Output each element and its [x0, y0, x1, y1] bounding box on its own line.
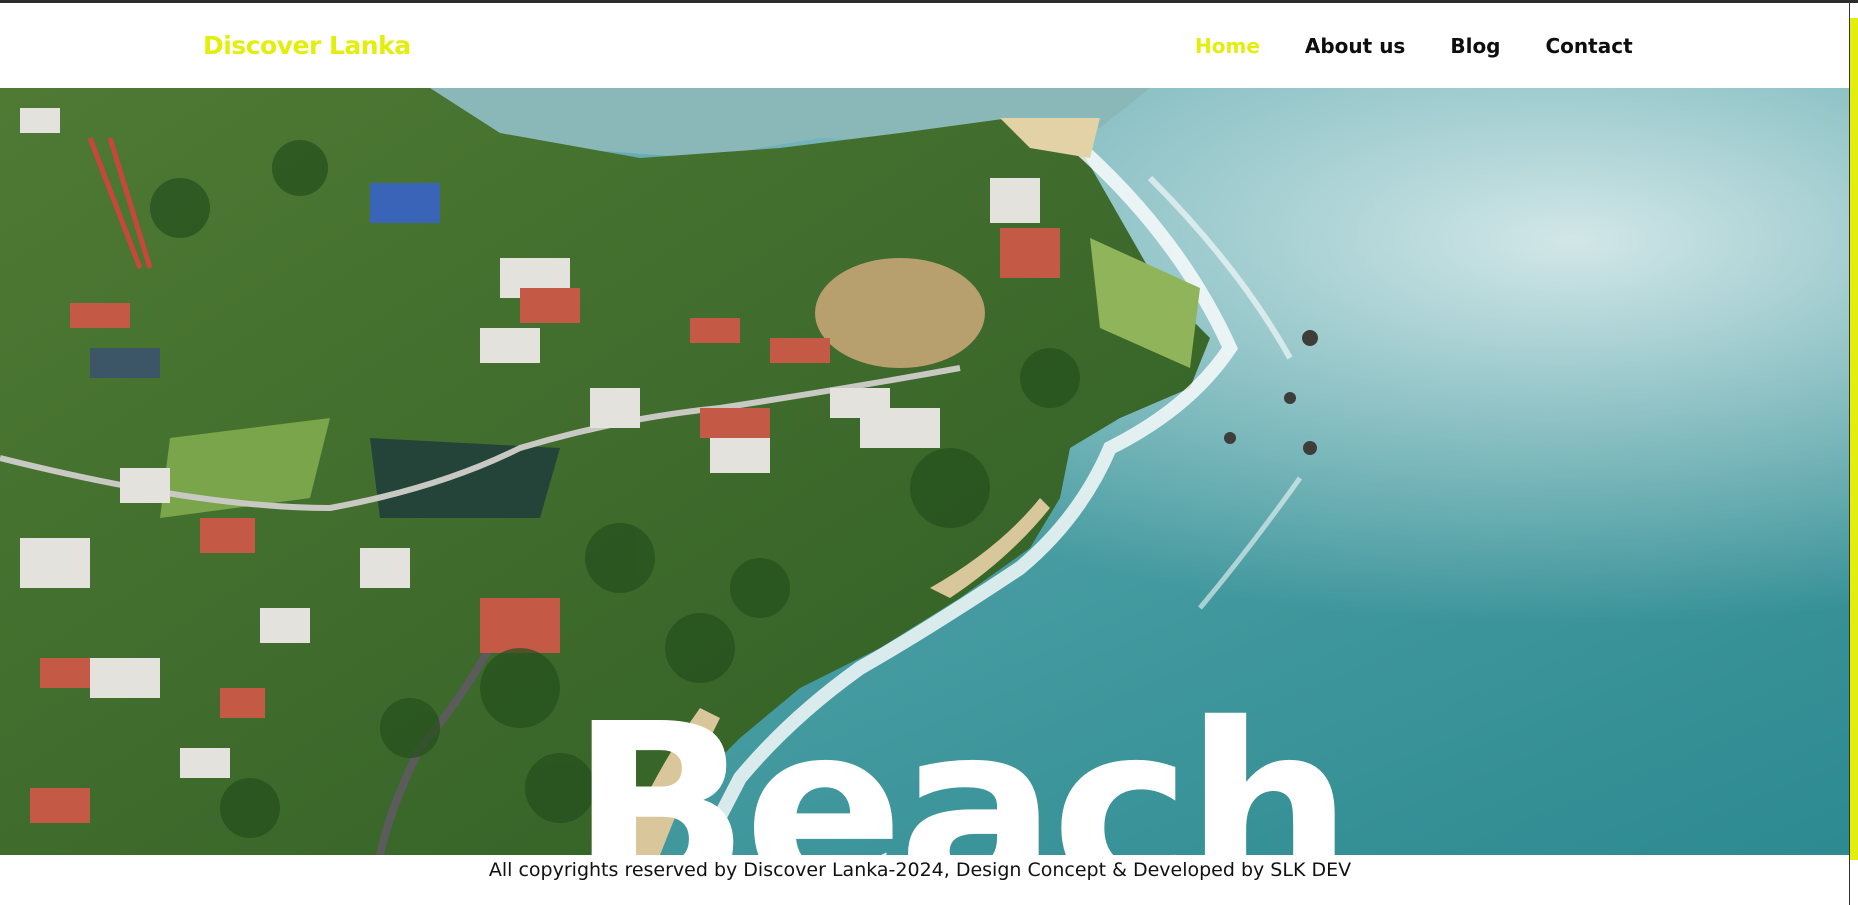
hero-title: Beach	[570, 673, 1353, 856]
nav-contact[interactable]: Contact	[1546, 34, 1633, 58]
window-right-border	[1849, 0, 1850, 905]
nav-about-us[interactable]: About us	[1305, 34, 1405, 58]
copyright-text: All copyrights reserved by Discover Lank…	[488, 859, 1352, 881]
footer: All copyrights reserved by Discover Lank…	[0, 855, 1850, 905]
navbar: Discover Lanka Home About us Blog Contac…	[0, 3, 1850, 88]
hero-section: Beach	[0, 88, 1850, 855]
nav-home[interactable]: Home	[1195, 34, 1260, 58]
brand-logo[interactable]: Discover Lanka	[203, 31, 411, 60]
main-nav: Home About us Blog Contact	[1195, 34, 1678, 58]
right-accent-border	[1850, 18, 1858, 860]
nav-blog[interactable]: Blog	[1450, 34, 1500, 58]
